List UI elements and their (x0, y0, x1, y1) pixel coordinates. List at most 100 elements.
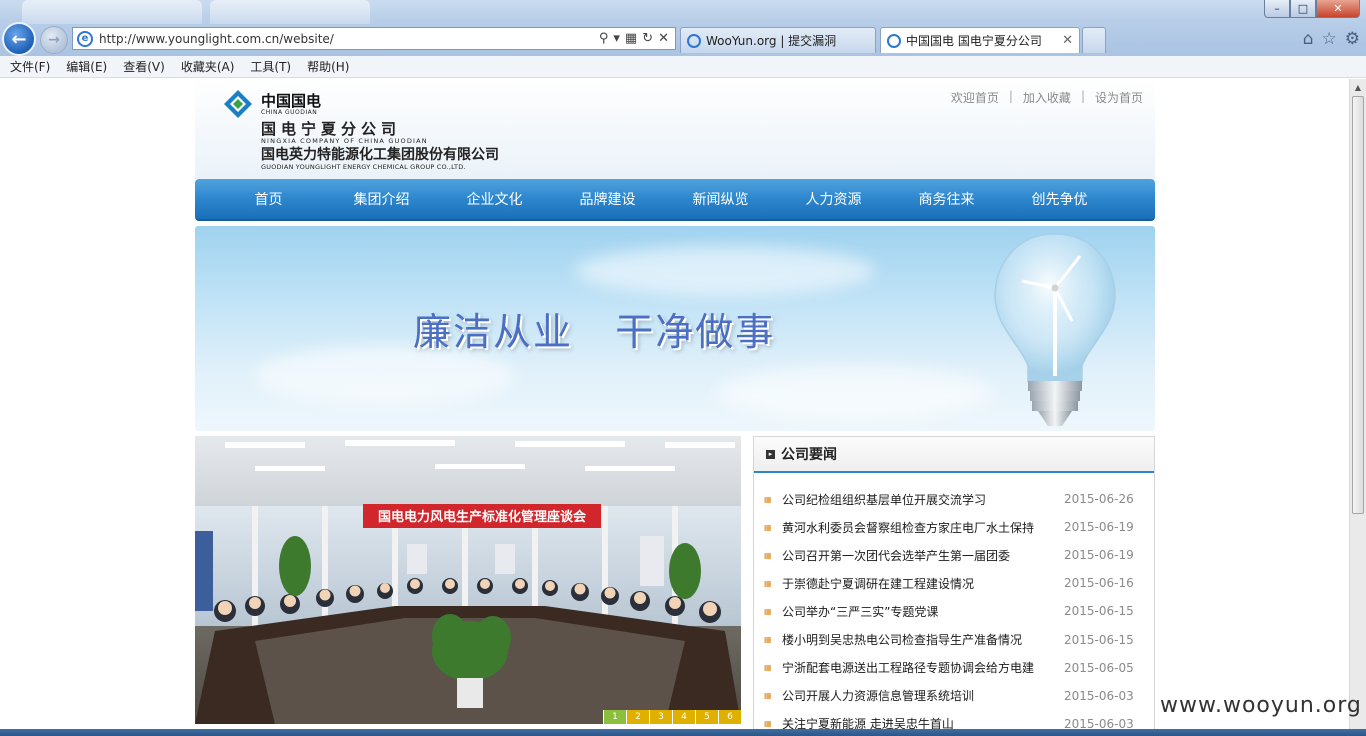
meeting-banner-text: 国电电力风电生产标准化管理座谈会 (378, 509, 587, 525)
ie-page-icon (687, 33, 701, 48)
scroll-up-icon[interactable]: ▲ (1350, 79, 1366, 95)
news-headline[interactable]: 公司纪检组组织基层单位开展交流学习 (782, 491, 1064, 508)
news-item[interactable]: ▦ 宁浙配套电源送出工程路径专题协调会给方电建 2015-06-05 (754, 654, 1154, 682)
nav-item-hr[interactable]: 人力资源 (777, 179, 890, 219)
tab-label: WooYun.org | 提交漏洞 (706, 34, 837, 48)
url-text[interactable]: http://www.younglight.com.cn/website/ (99, 32, 599, 46)
link-set-homepage[interactable]: 设为首页 (1095, 89, 1143, 106)
watermark: www.wooyun.org (1160, 693, 1362, 718)
new-tab-button[interactable] (1082, 27, 1106, 53)
bullet-icon: ▦ (764, 550, 772, 560)
scrollbar-thumb[interactable] (1352, 96, 1364, 514)
slider-pager: 1 2 3 4 5 6 (603, 710, 741, 724)
close-window-button[interactable]: ✕ (1316, 0, 1360, 18)
nav-item-brand[interactable]: 品牌建设 (551, 179, 664, 219)
news-item[interactable]: ▦ 黄河水利委员会督察组检查方家庄电厂水土保持 2015-06-19 (754, 513, 1154, 541)
nav-item-group-intro[interactable]: 集团介绍 (325, 179, 438, 219)
link-separator: | (1008, 89, 1013, 103)
slider-page-6[interactable]: 6 (718, 710, 741, 724)
tab-guodian[interactable]: 中国国电 国电宁夏分公司 ✕ (880, 27, 1080, 53)
news-headline[interactable]: 楼小明到吴忠热电公司检查指导生产准备情况 (782, 631, 1064, 648)
group-name-cn: 国电英力特能源化工集团股份有限公司 (261, 147, 499, 163)
nav-item-business[interactable]: 商务往来 (890, 179, 1003, 219)
menu-bar: 文件(F) 编辑(E) 查看(V) 收藏夹(A) 工具(T) 帮助(H) (0, 56, 1366, 78)
maximize-button[interactable]: □ (1290, 0, 1316, 18)
slider-page-1[interactable]: 1 (603, 710, 626, 724)
top-links: 欢迎首页 | 加入收藏 | 设为首页 (951, 89, 1143, 106)
news-date: 2015-06-19 (1064, 520, 1134, 535)
compatibility-view-icon[interactable]: ▦ (625, 31, 637, 46)
tab-wooyun[interactable]: WooYun.org | 提交漏洞 (680, 27, 876, 53)
meeting-photo: 国电电力风电生产标准化管理座谈会 (195, 436, 741, 724)
news-headline[interactable]: 黄河水利委员会督察组检查方家庄电厂水土保持 (782, 519, 1064, 536)
back-button[interactable]: ← (2, 22, 36, 56)
news-item[interactable]: ▦ 公司纪检组组织基层单位开展交流学习 2015-06-26 (754, 485, 1154, 513)
slider-page-2[interactable]: 2 (626, 710, 649, 724)
link-home[interactable]: 欢迎首页 (951, 89, 999, 106)
site-header: 中国国电 CHINA GUODIAN 国电宁夏分公司 NINGXIA COMPA… (195, 79, 1155, 179)
close-tab-icon[interactable]: ✕ (1062, 33, 1073, 48)
news-panel-title[interactable]: 公司要闻 (781, 444, 837, 464)
news-item[interactable]: ▦ 公司召开第一次团代会选举产生第一届团委 2015-06-19 (754, 541, 1154, 569)
address-bar[interactable]: e http://www.younglight.com.cn/website/ … (72, 27, 676, 50)
slider-page-4[interactable]: 4 (672, 710, 695, 724)
search-icon[interactable]: ⚲ (599, 31, 609, 46)
nav-item-home[interactable]: 首页 (212, 179, 325, 219)
menu-tools[interactable]: 工具(T) (250, 58, 291, 75)
main-nav: 首页 集团介绍 企业文化 品牌建设 新闻纵览 人力资源 商务往来 创先争优 (195, 179, 1155, 221)
menu-help[interactable]: 帮助(H) (307, 58, 349, 75)
background-window-tab (210, 0, 370, 24)
minimize-button[interactable]: – (1264, 0, 1290, 18)
news-item[interactable]: ▦ 公司举办“三严三实”专题党课 2015-06-15 (754, 597, 1154, 625)
cloud-shape (715, 366, 995, 421)
news-headline[interactable]: 公司开展人力资源信息管理系统培训 (782, 687, 1064, 704)
vertical-scrollbar[interactable]: ▲ (1349, 79, 1366, 729)
news-headline[interactable]: 宁浙配套电源送出工程路径专题协调会给方电建 (782, 659, 1064, 676)
bullet-icon: ▦ (764, 691, 772, 701)
nav-item-news[interactable]: 新闻纵览 (664, 179, 777, 219)
section-arrow-icon: ▸ (766, 449, 775, 459)
news-item[interactable]: ▦ 楼小明到吴忠热电公司检查指导生产准备情况 2015-06-15 (754, 625, 1154, 653)
news-headline[interactable]: 关注宁夏新能源 走进吴忠牛首山 (782, 715, 1064, 729)
company-news-panel: ▸ 公司要闻 ▦ 公司纪检组组织基层单位开展交流学习 2015-06-26 ▦ 黄河水利… (753, 436, 1155, 729)
bullet-icon: ▦ (764, 663, 772, 673)
menu-file[interactable]: 文件(F) (10, 58, 50, 75)
nav-item-culture[interactable]: 企业文化 (438, 179, 551, 219)
news-date: 2015-06-26 (1064, 492, 1134, 507)
brand-name-en: CHINA GUODIAN (261, 109, 318, 116)
news-list: ▦ 公司纪检组组织基层单位开展交流学习 2015-06-26 ▦ 黄河水利委员会督察组检… (754, 473, 1154, 729)
news-item[interactable]: ▦ 公司开展人力资源信息管理系统培训 2015-06-03 (754, 682, 1154, 710)
link-separator: | (1080, 89, 1085, 103)
news-headline[interactable]: 公司召开第一次团代会选举产生第一届团委 (782, 547, 1064, 564)
bullet-icon: ▦ (764, 522, 772, 532)
background-window-tab (22, 0, 202, 24)
menu-edit[interactable]: 编辑(E) (66, 58, 107, 75)
dropdown-icon[interactable]: ▾ (613, 31, 620, 46)
news-headline[interactable]: 于崇德赴宁夏调研在建工程建设情况 (782, 575, 1064, 592)
nav-item-excellence[interactable]: 创先争优 (1003, 179, 1116, 219)
slider-page-3[interactable]: 3 (649, 710, 672, 724)
cloud-shape (575, 246, 875, 296)
news-item[interactable]: ▦ 于崇德赴宁夏调研在建工程建设情况 2015-06-16 (754, 569, 1154, 597)
bullet-icon: ▦ (764, 578, 772, 588)
hero-banner: 廉洁从业 干净做事 (195, 226, 1155, 431)
news-date: 2015-06-19 (1064, 548, 1134, 563)
home-icon[interactable]: ⌂ (1303, 29, 1314, 49)
guodian-logo-icon (224, 90, 252, 118)
news-headline[interactable]: 公司举办“三严三实”专题党课 (782, 603, 1064, 620)
refresh-icon[interactable]: ↻ (642, 31, 653, 46)
brand-name-cn: 中国国电 (261, 92, 322, 110)
news-date: 2015-06-05 (1064, 660, 1134, 675)
news-date: 2015-06-16 (1064, 576, 1134, 591)
settings-gear-icon[interactable]: ⚙ (1345, 29, 1360, 49)
slider-page-5[interactable]: 5 (695, 710, 718, 724)
forward-button[interactable]: → (40, 26, 68, 54)
link-add-favorite[interactable]: 加入收藏 (1023, 89, 1071, 106)
stop-icon[interactable]: ✕ (658, 31, 669, 46)
menu-favorites[interactable]: 收藏夹(A) (181, 58, 235, 75)
photo-slider[interactable]: 国电电力风电生产标准化管理座谈会 1 2 3 4 5 6 (195, 436, 741, 724)
banner-slogan: 廉洁从业 干净做事 (413, 310, 776, 354)
menu-view[interactable]: 查看(V) (123, 58, 165, 75)
favorites-star-icon[interactable]: ☆ (1322, 29, 1337, 49)
news-item[interactable]: ▦ 关注宁夏新能源 走进吴忠牛首山 2015-06-03 (754, 710, 1154, 729)
